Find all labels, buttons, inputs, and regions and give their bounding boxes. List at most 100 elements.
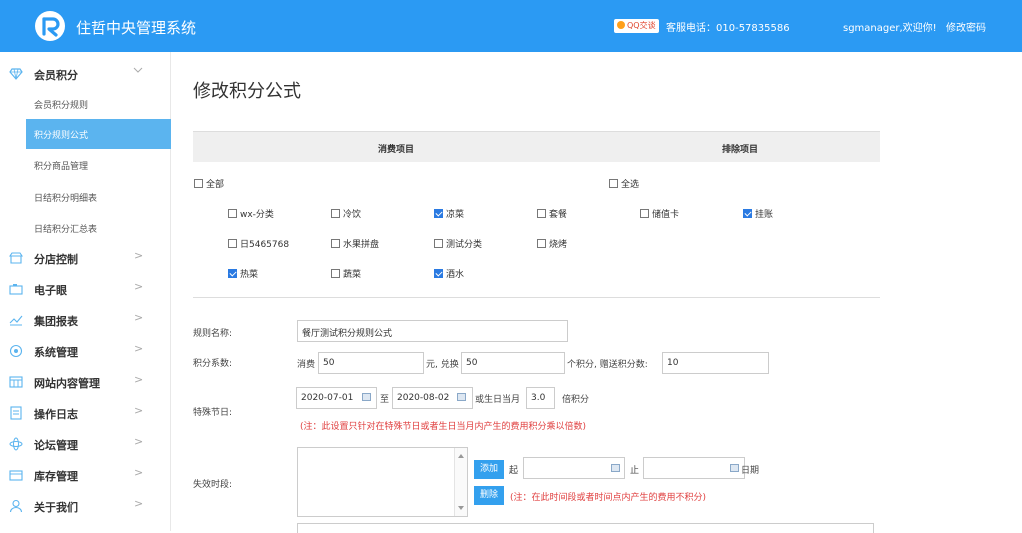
consume-checkbox-fruit-platter[interactable]: 水果拼盘 (331, 237, 379, 250)
checkbox-label: 凉菜 (446, 210, 465, 220)
rule-name-label: 规则名称: (193, 329, 233, 339)
chevron-right-icon: > (134, 497, 144, 510)
chevron-right-icon: > (134, 466, 144, 479)
bottom-input-field[interactable] (297, 523, 874, 533)
sidebar-group-member-points[interactable]: 会员积分 (0, 58, 171, 89)
user-icon (9, 499, 23, 513)
chevron-right-icon: > (134, 342, 144, 355)
qq-chat-label: QQ交谈 (627, 21, 656, 30)
expire-list-scrollbar[interactable] (454, 448, 467, 516)
sidebar-item-daily-points-detail[interactable]: 日结积分明细表 (26, 182, 171, 212)
exclude-items-heading: 排除项目 (722, 145, 759, 155)
sidebar-item-member-points-rule[interactable]: 会员积分规则 (26, 89, 171, 119)
sidebar-group-label: 库存管理 (34, 470, 78, 483)
sidebar-item-points-goods[interactable]: 积分商品管理 (26, 150, 171, 180)
service-hotline: 客服电话：010-57835586 (666, 23, 790, 34)
calendar-icon[interactable] (362, 393, 371, 401)
sidebar-group-label: 关于我们 (34, 501, 78, 514)
sidebar-group-camera[interactable]: 电子眼 > (0, 273, 171, 304)
checkbox-label: 水果拼盘 (343, 240, 380, 250)
consume-checkbox-drinks[interactable]: 酒水 (434, 267, 464, 280)
change-password-link[interactable]: 修改密码 (946, 19, 986, 34)
sidebar-group-label: 网站内容管理 (34, 377, 100, 390)
sidebar-group-website-content[interactable]: 网站内容管理 > (0, 366, 171, 397)
points-coefficient-label: 积分系数: (193, 359, 233, 369)
scroll-down-icon[interactable] (458, 506, 464, 510)
sidebar-item-label: 日结积分汇总表 (34, 225, 98, 235)
checkbox-box (331, 239, 340, 248)
sidebar-group-store-control[interactable]: 分店控制 > (0, 242, 171, 273)
delete-period-button[interactable]: 删除 (474, 486, 504, 505)
rule-name-input[interactable]: 餐厅测试积分规则公式 (297, 320, 568, 342)
consume-checkbox-test-category[interactable]: 测试分类 (434, 237, 482, 250)
checkbox-label: 套餐 (549, 210, 568, 220)
gift-points-input[interactable]: 10 (662, 352, 769, 374)
checkbox-label: 蔬菜 (343, 270, 362, 280)
checkbox-box-checked (228, 269, 237, 278)
sidebar-item-points-formula[interactable]: 积分规则公式 (26, 119, 171, 149)
sidebar-group-operation-log[interactable]: 操作日志 > (0, 397, 171, 428)
settings-icon (9, 344, 23, 358)
expire-start-input[interactable] (523, 457, 625, 479)
consume-select-all-checkbox[interactable]: 全部 (194, 177, 224, 190)
expire-period-label: 失效时段: (193, 480, 233, 490)
special-holiday-label: 特殊节日: (193, 408, 233, 418)
consume-checkbox-cold-dishes[interactable]: 凉菜 (434, 207, 464, 220)
exclude-checkbox-on-account[interactable]: 挂账 (743, 207, 773, 220)
to-text: 至 (380, 395, 390, 405)
consume-prefix-text: 消费 (297, 360, 316, 370)
scroll-up-icon[interactable] (458, 454, 464, 458)
sidebar-group-label: 分店控制 (34, 253, 78, 266)
sidebar-item-label: 积分商品管理 (34, 162, 89, 172)
sidebar-group-forum[interactable]: 论坛管理 > (0, 428, 171, 459)
add-period-button[interactable]: 添加 (474, 460, 504, 479)
checkbox-label: 酒水 (446, 270, 465, 280)
calendar-icon[interactable] (730, 464, 739, 472)
consume-checkbox-wx[interactable]: wx-分类 (228, 207, 274, 220)
checkbox-label: 挂账 (755, 210, 774, 220)
consume-checkbox-ri5465768[interactable]: 日5465768 (228, 237, 289, 250)
sidebar-group-group-reports[interactable]: 集团报表 > (0, 304, 171, 335)
expire-periods-list[interactable] (297, 447, 468, 517)
sidebar-group-about-us[interactable]: 关于我们 > (0, 490, 171, 521)
qq-icon (617, 21, 625, 29)
calendar-icon[interactable] (457, 393, 466, 401)
checkbox-box (609, 179, 618, 188)
exchange-points-input[interactable]: 50 (461, 352, 565, 374)
qq-chat-button[interactable]: QQ交谈 (614, 19, 659, 33)
sidebar: 会员积分 会员积分规则 积分规则公式 积分商品管理 日结积分明细表 日结积分汇总… (0, 52, 171, 531)
checkbox-box (640, 209, 649, 218)
app-title: 住哲中央管理系统 (76, 19, 197, 37)
grid-icon (9, 376, 23, 388)
consume-checkbox-vegetables[interactable]: 蔬菜 (331, 267, 361, 280)
holiday-note: (注：此设置只针对在特殊节日或者生日当月内产生的费用积分乘以倍数) (300, 422, 587, 432)
calendar-icon[interactable] (611, 464, 620, 472)
checkbox-label: 热菜 (240, 270, 259, 280)
sidebar-item-daily-points-summary[interactable]: 日结积分汇总表 (26, 213, 171, 243)
multiplier-suffix-text: 倍积分 (562, 395, 590, 405)
items-section-header: 消费项目 排除项目 (193, 131, 880, 162)
sidebar-group-system[interactable]: 系统管理 > (0, 335, 171, 366)
consume-checkbox-set-meal[interactable]: 套餐 (537, 207, 567, 220)
checkbox-label: 测试分类 (446, 240, 483, 250)
checkbox-label: 全部 (206, 180, 225, 190)
multiplier-input[interactable]: 3.0 (526, 387, 555, 409)
chevron-right-icon: > (134, 404, 144, 417)
sidebar-group-label: 集团报表 (34, 315, 78, 328)
birthday-month-text: 或生日当月 (475, 395, 521, 405)
exclude-select-all-checkbox[interactable]: 全选 (609, 177, 639, 190)
consume-checkbox-cold-drinks[interactable]: 冷饮 (331, 207, 361, 220)
sidebar-item-label: 会员积分规则 (34, 101, 89, 111)
consume-checkbox-hot-dishes[interactable]: 热菜 (228, 267, 258, 280)
consume-checkbox-bbq[interactable]: 烧烤 (537, 237, 567, 250)
checkbox-box (537, 209, 546, 218)
checkbox-label: wx-分类 (240, 210, 274, 220)
checkbox-label: 全选 (621, 180, 640, 190)
consume-amount-input[interactable]: 50 (318, 352, 424, 374)
checkbox-label: 冷饮 (343, 210, 362, 220)
sidebar-group-inventory[interactable]: 库存管理 > (0, 459, 171, 490)
diamond-icon (9, 68, 23, 80)
exclude-checkbox-stored-value-card[interactable]: 储值卡 (640, 207, 679, 220)
chevron-right-icon: > (134, 249, 144, 262)
checkbox-box (228, 209, 237, 218)
